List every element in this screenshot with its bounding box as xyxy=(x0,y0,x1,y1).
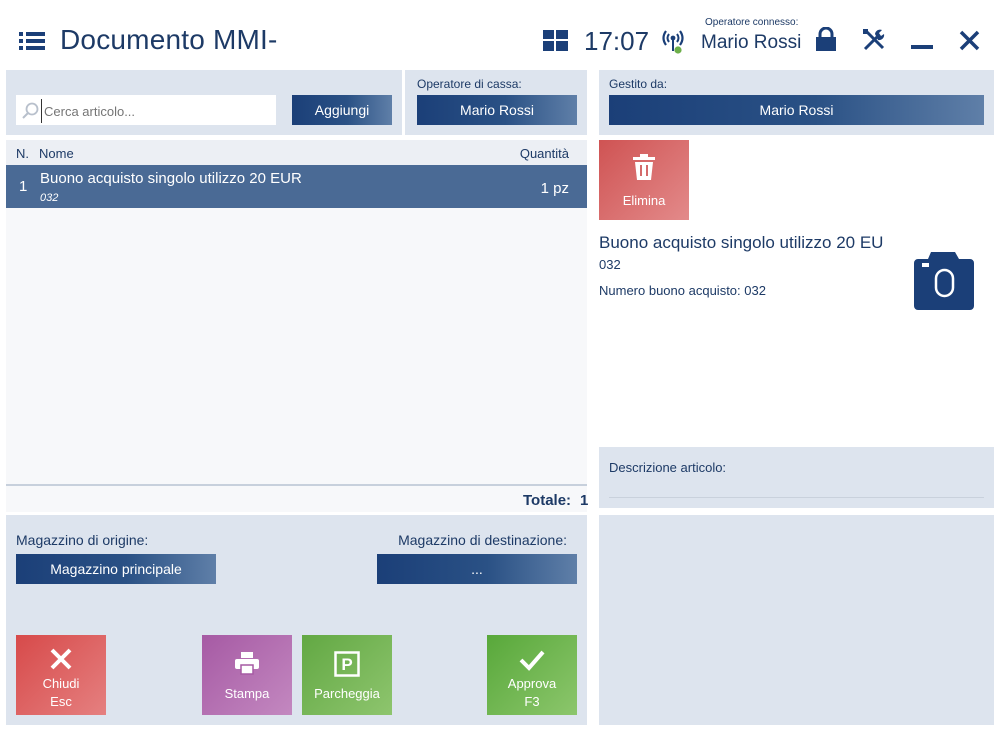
close-button[interactable]: Chiudi Esc xyxy=(16,635,106,715)
park-button[interactable]: P Parcheggia xyxy=(302,635,392,715)
voucher-number: Numero buono acquisto: 032 xyxy=(599,283,766,298)
cashier-label: Operatore di cassa: xyxy=(417,77,522,91)
destination-warehouse-button[interactable]: ... xyxy=(377,554,577,584)
warehouse-panel: Magazzino di origine: Magazzino principa… xyxy=(6,515,587,725)
col-header-name: Nome xyxy=(39,146,74,161)
search-icon xyxy=(22,102,39,119)
park-label: Parcheggia xyxy=(314,686,380,701)
approve-label: Approva xyxy=(507,676,557,691)
operator-caption: Operatore connesso: xyxy=(705,17,799,28)
close-x-icon xyxy=(50,648,72,670)
printer-icon xyxy=(235,652,259,675)
hamburger-list-icon[interactable] xyxy=(19,31,45,51)
item-code: 032 xyxy=(599,257,621,272)
destination-label: Magazzino di destinazione: xyxy=(398,532,567,548)
clock-time: 17:07 xyxy=(584,26,650,56)
cashier-button[interactable]: Mario Rossi xyxy=(417,95,577,125)
svg-text:P: P xyxy=(341,655,352,674)
col-header-qty: Quantità xyxy=(519,146,569,161)
row-name: Buono acquisto singolo utilizzo 20 EUR xyxy=(40,170,302,187)
description-divider xyxy=(609,497,984,498)
details-area: Elimina Buono acquisto singolo utilizzo … xyxy=(599,140,994,445)
search-panel: Aggiungi xyxy=(6,70,402,135)
origin-label: Magazzino di origine: xyxy=(16,532,149,548)
search-input[interactable] xyxy=(41,99,271,123)
total-value: 1 xyxy=(580,492,589,509)
cashier-panel: Operatore di cassa: Mario Rossi xyxy=(405,70,587,135)
description-label: Descrizione articolo: xyxy=(609,460,727,475)
col-header-n: N. xyxy=(16,146,29,161)
total-label: Totale: xyxy=(523,492,572,509)
print-button[interactable]: Stampa xyxy=(202,635,292,715)
checkmark-icon xyxy=(519,650,545,671)
table-header: N. Nome Quantità xyxy=(6,140,587,165)
tools-icon[interactable] xyxy=(862,28,886,52)
trash-icon xyxy=(633,154,655,180)
tiles-icon[interactable] xyxy=(543,30,568,51)
close-key: Esc xyxy=(50,694,72,709)
managed-by-panel: Gestito da: Mario Rossi xyxy=(599,70,994,135)
close-label: Chiudi xyxy=(42,676,80,691)
antenna-icon[interactable] xyxy=(659,27,687,55)
close-icon[interactable] xyxy=(959,30,980,51)
row-code: 032 xyxy=(40,192,59,204)
delete-label: Elimina xyxy=(622,193,666,208)
table-divider xyxy=(6,484,587,486)
row-number: 1 xyxy=(19,178,28,195)
delete-button[interactable]: Elimina xyxy=(599,140,689,220)
approve-button[interactable]: Approva F3 xyxy=(487,635,577,715)
item-name: Buono acquisto singolo utilizzo 20 EU xyxy=(599,233,884,252)
managed-by-label: Gestito da: xyxy=(609,77,668,91)
minimize-icon[interactable] xyxy=(911,45,933,51)
attributes-panel xyxy=(599,515,994,725)
managed-by-button[interactable]: Mario Rossi xyxy=(609,95,984,125)
camera-icon[interactable] xyxy=(914,249,974,310)
print-label: Stampa xyxy=(224,686,270,701)
page-title: Documento MMI- xyxy=(60,24,278,55)
header-bar: Documento MMI- 17:07 Operatore connesso:… xyxy=(0,0,1001,68)
table-row[interactable]: 1 Buono acquisto singolo utilizzo 20 EUR… xyxy=(6,165,587,208)
origin-warehouse-button[interactable]: Magazzino principale xyxy=(16,554,216,584)
parking-icon: P xyxy=(334,651,360,677)
items-table: N. Nome Quantità 1 Buono acquisto singol… xyxy=(6,140,589,512)
approve-key: F3 xyxy=(524,694,540,709)
description-panel: Descrizione articolo: xyxy=(599,447,994,508)
lock-icon[interactable] xyxy=(815,27,837,51)
operator-name: Mario Rossi xyxy=(701,32,802,53)
row-quantity: 1 pz xyxy=(540,180,569,197)
add-button[interactable]: Aggiungi xyxy=(292,95,392,125)
search-box[interactable] xyxy=(16,95,276,125)
